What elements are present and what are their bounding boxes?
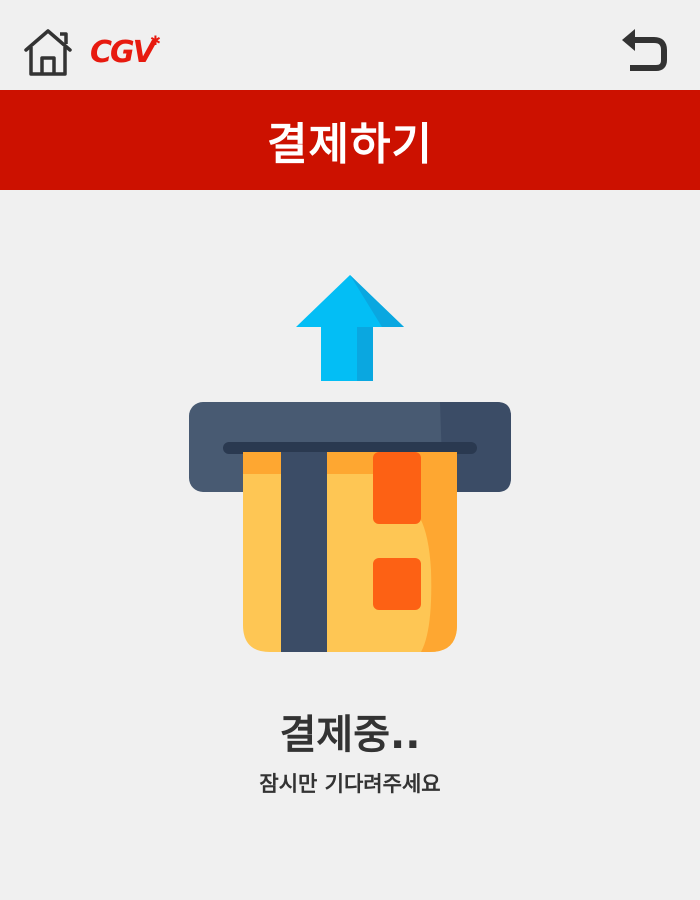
- back-arrow-icon: [622, 29, 667, 71]
- back-button[interactable]: [618, 26, 670, 74]
- logo-star-icon: ✱: [150, 34, 161, 49]
- home-button[interactable]: [22, 28, 74, 78]
- status-title: 결제중..: [279, 712, 421, 758]
- page-header: 결제하기: [0, 90, 700, 190]
- status-subtitle: 잠시만 기다려주세요: [259, 772, 441, 796]
- payment-illustration: [185, 270, 515, 660]
- top-bar: CGV ✱: [0, 0, 700, 90]
- home-icon: [24, 29, 72, 76]
- cgv-logo: CGV: [90, 35, 156, 70]
- page-title: 결제하기: [267, 119, 433, 170]
- card-payment-icon: [189, 275, 511, 652]
